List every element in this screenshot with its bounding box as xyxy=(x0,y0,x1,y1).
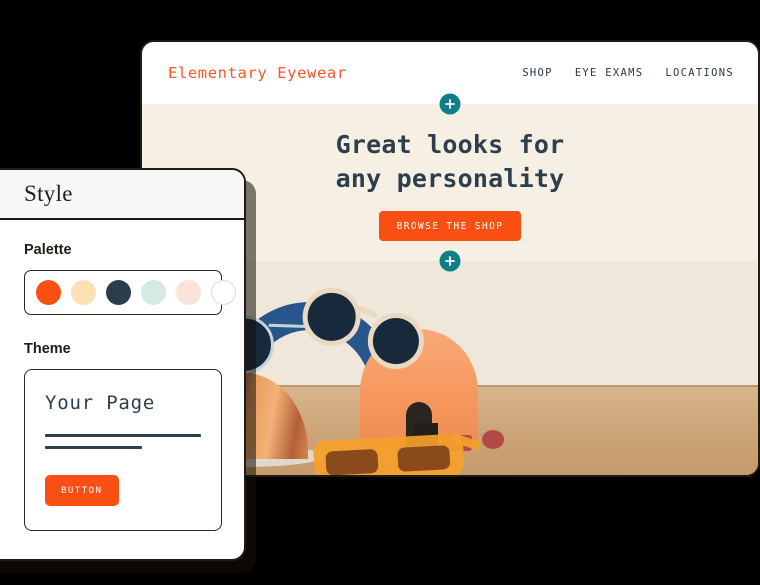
theme-preview-button[interactable]: BUTTON xyxy=(45,475,119,506)
theme-preview-rule-2 xyxy=(45,446,142,449)
style-panel-title: Style xyxy=(24,181,73,206)
page-canvas: Elementary Eyewear SHOP EYE EXAMS LOCATI… xyxy=(0,0,760,585)
style-panel-body: Palette Theme Your Page BUTTON xyxy=(0,220,244,559)
palette-swatch-group[interactable] xyxy=(24,270,236,315)
plus-icon xyxy=(445,99,455,109)
theme-preview-card[interactable]: Your Page BUTTON xyxy=(24,369,222,531)
nav-item-shop[interactable]: SHOP xyxy=(522,67,553,79)
palette-swatch-orange[interactable] xyxy=(36,280,61,305)
palette-swatch-mint[interactable] xyxy=(141,280,166,305)
nav-item-eye-exams[interactable]: EYE EXAMS xyxy=(575,67,644,79)
browse-the-shop-button[interactable]: BROWSE THE SHOP xyxy=(378,211,522,241)
site-logo[interactable]: Elementary Eyewear xyxy=(168,64,347,82)
sunglasses-amber xyxy=(312,432,482,475)
palette-swatch-cream[interactable] xyxy=(71,280,96,305)
nav-item-locations[interactable]: LOCATIONS xyxy=(665,67,734,79)
theme-section-label: Theme xyxy=(24,341,71,357)
prop-red-ball xyxy=(482,430,504,449)
hero-title-line-1: Great looks for xyxy=(335,130,565,159)
plus-icon xyxy=(445,256,455,266)
palette-section-label: Palette xyxy=(24,242,72,258)
style-panel: Style Palette Theme Your Page BUTTON xyxy=(0,168,246,561)
palette-swatch-white[interactable] xyxy=(211,280,236,305)
theme-preview-title: Your Page xyxy=(45,392,156,414)
lens-left xyxy=(325,448,379,475)
hero-title: Great looks for any personality xyxy=(336,128,565,195)
palette-swatch-blush[interactable] xyxy=(176,280,201,305)
site-nav: SHOP EYE EXAMS LOCATIONS xyxy=(522,67,734,79)
palette-swatch-navy[interactable] xyxy=(106,280,131,305)
lens-right xyxy=(397,445,451,472)
style-panel-header: Style xyxy=(0,170,244,220)
lens-left xyxy=(298,284,365,350)
add-section-button-bottom[interactable] xyxy=(439,250,461,272)
theme-preview-rule-1 xyxy=(45,434,201,437)
hero-title-line-2: any personality xyxy=(335,163,565,193)
add-section-button-top[interactable] xyxy=(439,93,461,115)
